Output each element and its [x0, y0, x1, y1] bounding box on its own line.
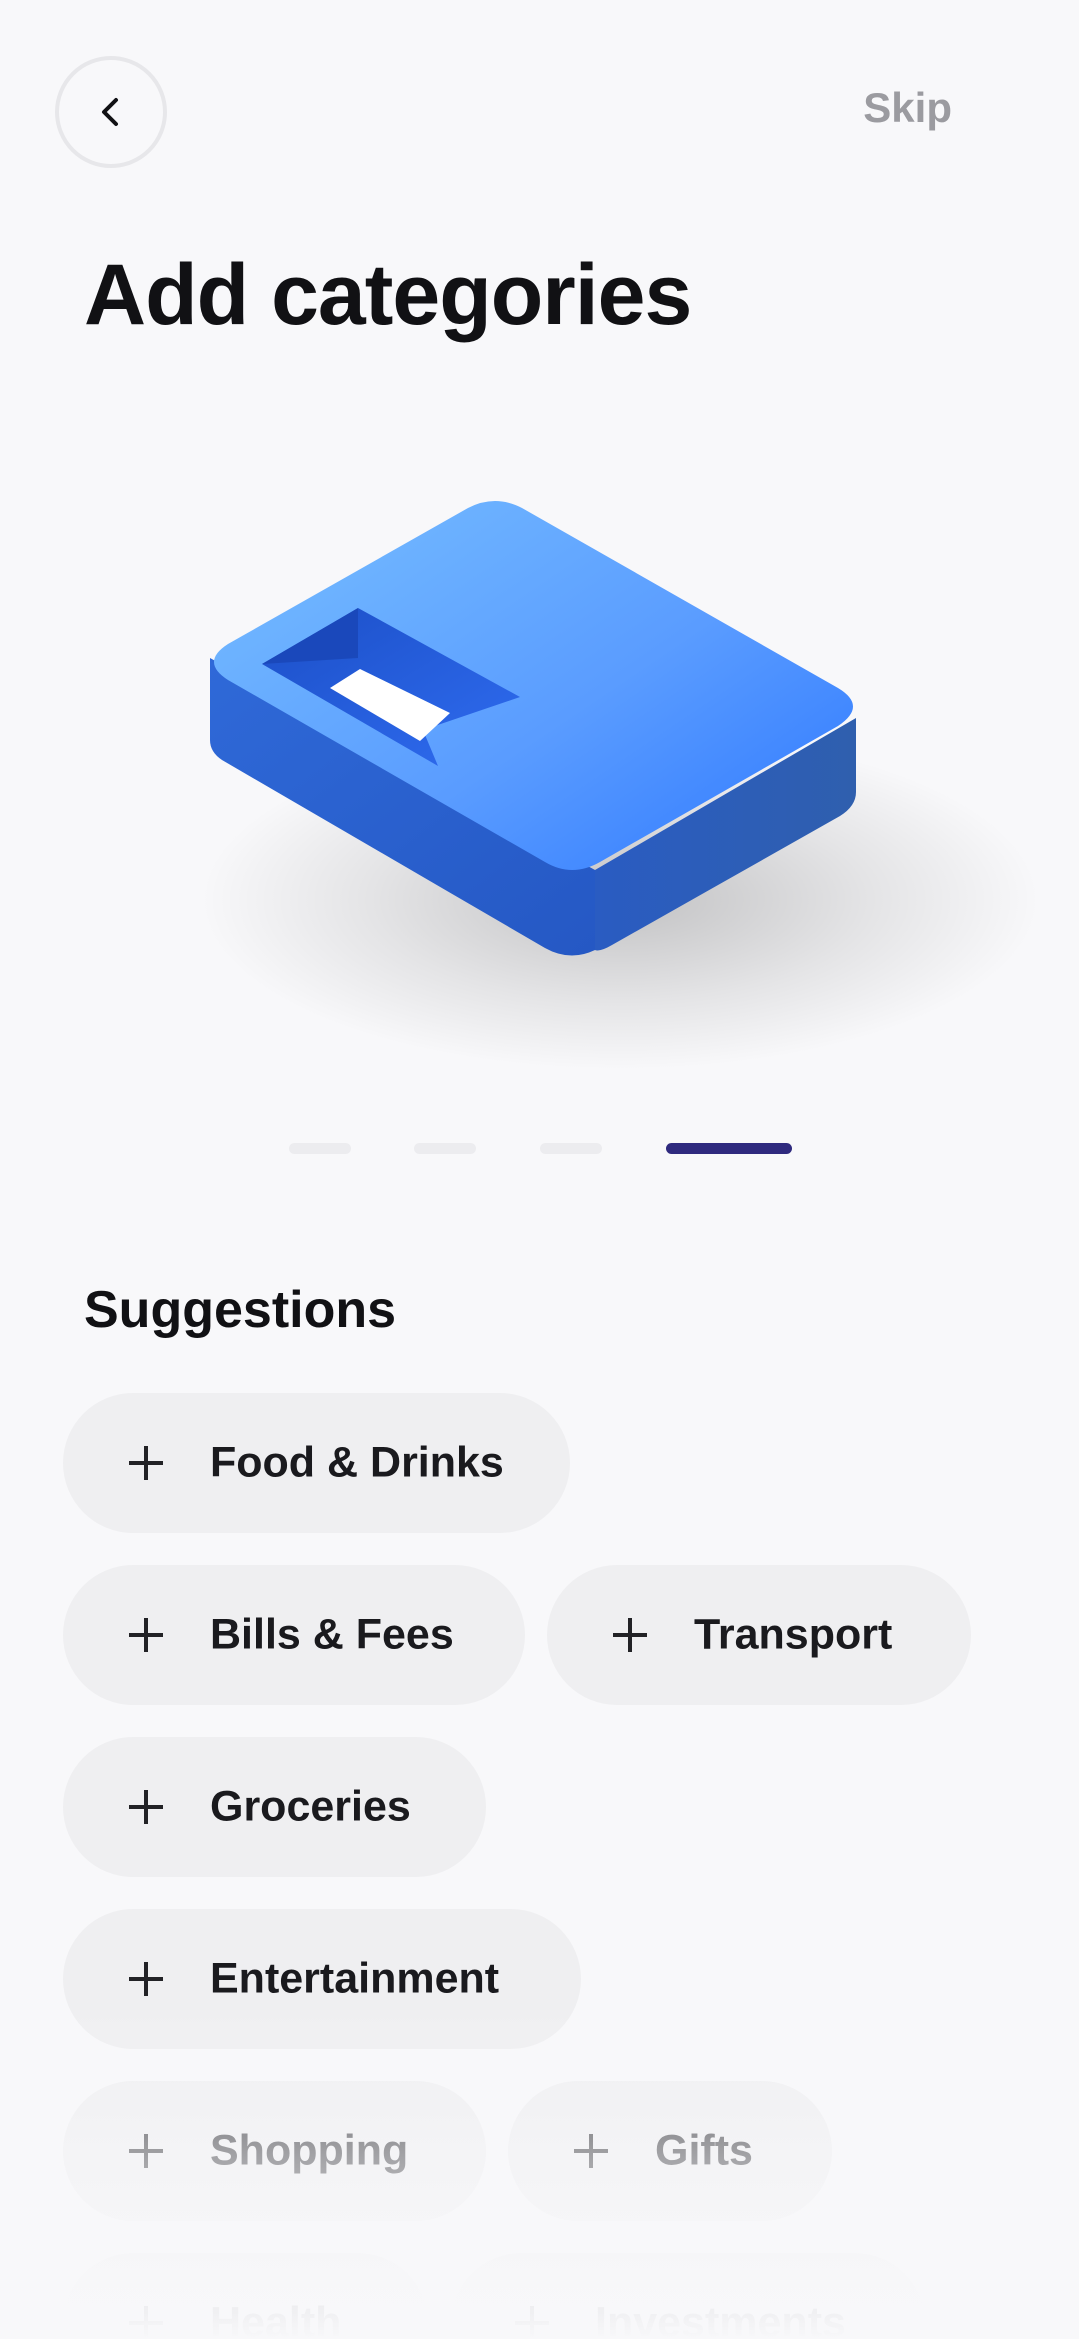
- suggestion-chip-bills-fees[interactable]: Bills & Fees: [63, 1565, 525, 1705]
- page-title: Add categories: [84, 247, 692, 343]
- plus-icon: [129, 2134, 163, 2168]
- plus-icon: [129, 1446, 163, 1480]
- pager-indicator: [0, 1143, 1079, 1155]
- chip-label: Entertainment: [210, 1954, 500, 2003]
- pager-dot[interactable]: [540, 1143, 602, 1154]
- plus-icon: [129, 2306, 163, 2339]
- suggestion-chip-investments[interactable]: Investments: [451, 2253, 925, 2339]
- suggestion-chip-shopping[interactable]: Shopping: [63, 2081, 486, 2221]
- back-button[interactable]: [55, 56, 167, 168]
- plus-icon: [515, 2306, 549, 2339]
- chip-label: Health: [210, 2298, 342, 2339]
- plus-icon: [613, 1618, 647, 1652]
- chip-label: Gifts: [655, 2126, 753, 2175]
- skip-button[interactable]: Skip: [863, 84, 952, 132]
- chevron-left-icon: [102, 98, 118, 126]
- plus-icon: [129, 1790, 163, 1824]
- pager-dot[interactable]: [289, 1143, 351, 1154]
- suggestion-chip-food-drinks[interactable]: Food & Drinks: [63, 1393, 570, 1533]
- pager-dot[interactable]: [414, 1143, 476, 1154]
- plus-icon: [129, 1618, 163, 1652]
- chip-label: Food & Drinks: [210, 1438, 504, 1487]
- chip-label: Groceries: [210, 1782, 411, 1831]
- suggestion-chip-groceries[interactable]: Groceries: [63, 1737, 486, 1877]
- pager-dot-active[interactable]: [666, 1143, 792, 1154]
- suggestion-chip-entertainment[interactable]: Entertainment: [63, 1909, 581, 2049]
- suggestions-title: Suggestions: [84, 1281, 397, 1339]
- suggestion-chip-health[interactable]: Health: [63, 2253, 428, 2339]
- chip-label: Transport: [694, 1610, 893, 1659]
- suggestion-chip-gifts[interactable]: Gifts: [508, 2081, 832, 2221]
- chip-label: Bills & Fees: [210, 1610, 454, 1659]
- chip-label: Shopping: [210, 2126, 409, 2175]
- chip-label: Investments: [595, 2298, 846, 2339]
- suggestion-chip-transport[interactable]: Transport: [547, 1565, 971, 1705]
- plus-icon: [574, 2134, 608, 2168]
- category-card-illustration: [0, 430, 1079, 1130]
- plus-icon: [129, 1962, 163, 1996]
